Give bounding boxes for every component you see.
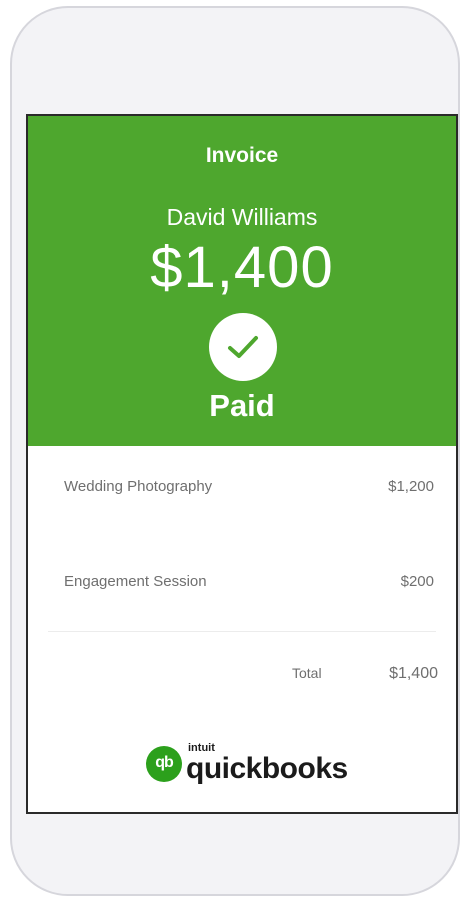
invoice-status: Paid [209,388,275,423]
invoice-header: Invoice David Williams $1,400 Paid [28,116,456,446]
logo-mark: qb [155,754,174,771]
total-amount: $1,400 [389,665,438,682]
quickbooks-logo: qb intuit quickbooks [146,742,366,786]
line-item-description: Engagement Session [64,573,207,590]
line-item-amount: $200 [400,573,434,590]
line-item-description: Wedding Photography [64,478,213,495]
checkmark-icon [228,336,258,358]
logo-wordmark: quickbooks [186,752,348,785]
invoice-screen: Invoice David Williams $1,400 Paid Weddi… [26,114,458,814]
customer-name: David Williams [166,204,318,230]
line-item-amount: $1,200 [388,478,434,495]
invoice-title: Invoice [205,144,279,167]
totals-divider [48,631,436,632]
total-label: Total [292,665,322,681]
invoice-amount: $1,400 [150,235,334,300]
paid-status-badge [209,313,277,381]
qb-logo-icon: qb [146,746,182,782]
